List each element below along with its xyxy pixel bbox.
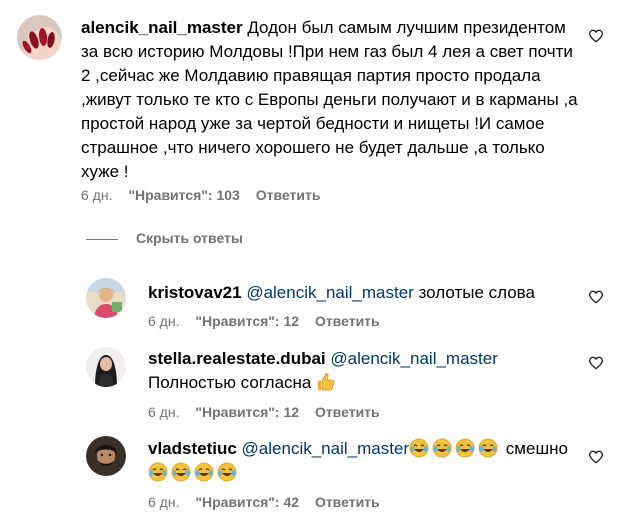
comment-meta: 6 дн. "Нравится": 42 Ответить [148, 493, 392, 511]
comment-likes[interactable]: "Нравится": 103 [128, 187, 239, 203]
comment-text: Полностью согласна [148, 373, 312, 392]
mention-link[interactable]: @alencik_nail_master [330, 349, 498, 368]
mention-link[interactable]: @alencik_nail_master [246, 283, 414, 302]
comment-username[interactable]: alencik_nail_master [81, 18, 243, 37]
heart-outline-icon[interactable] [588, 449, 604, 465]
comment-username[interactable]: stella.realestate.dubai [148, 349, 326, 368]
face-with-tears-of-joy-emoji [432, 438, 452, 458]
avatar[interactable] [86, 347, 126, 387]
comment-likes[interactable]: "Нравится": 12 [195, 313, 299, 329]
face-with-tears-of-joy-emoji [217, 462, 237, 482]
comment-text: золотые слова [418, 283, 535, 302]
comment-username[interactable]: vladstetiuc [148, 439, 237, 458]
heart-outline-icon[interactable] [588, 28, 604, 44]
face-with-tears-of-joy-emoji [194, 462, 214, 482]
face-with-tears-of-joy-emoji [455, 438, 475, 458]
reply-button[interactable]: Ответить [315, 494, 380, 510]
comment-text-block: kristovav21 @alencik_nail_master золотые… [148, 281, 578, 305]
reply-button[interactable]: Ответить [315, 404, 380, 420]
comment-text-block: vladstetiuc @alencik_nail_master смешно [148, 437, 580, 485]
face-with-tears-of-joy-emoji [148, 462, 168, 482]
comment-text-block: stella.realestate.dubai @alencik_nail_ma… [148, 347, 578, 395]
face-with-tears-of-joy-emoji [478, 438, 498, 458]
comment-likes[interactable]: "Нравится": 42 [195, 494, 299, 510]
avatar[interactable] [86, 278, 126, 318]
face-with-tears-of-joy-emoji [171, 462, 191, 482]
divider-line [86, 239, 118, 240]
heart-outline-icon[interactable] [588, 289, 604, 305]
heart-outline-icon[interactable] [588, 355, 604, 371]
comment-text-block: alencik_nail_master Додон был самым лучш… [81, 16, 581, 184]
comment-meta: 6 дн. "Нравится": 12 Ответить [148, 312, 392, 330]
comment-meta: 6 дн. "Нравится": 103 Ответить [81, 186, 332, 204]
comment-time[interactable]: 6 дн. [148, 494, 179, 510]
face-with-tears-of-joy-emoji [409, 438, 429, 458]
reply-button[interactable]: Ответить [315, 313, 380, 329]
reply-button[interactable]: Ответить [256, 187, 321, 203]
comment-time[interactable]: 6 дн. [148, 313, 179, 329]
avatar[interactable] [17, 15, 62, 60]
comment-username[interactable]: kristovav21 [148, 283, 242, 302]
mention-link[interactable]: @alencik_nail_master [242, 439, 410, 458]
comment-time[interactable]: 6 дн. [81, 187, 112, 203]
thumbs-up-emoji [318, 373, 335, 391]
comment-meta: 6 дн. "Нравится": 12 Ответить [148, 403, 392, 421]
comment-text: Додон был самым лучшим президентом за вс… [81, 18, 578, 181]
hide-replies-label[interactable]: Скрыть ответы [136, 230, 243, 246]
comment-text: смешно [505, 439, 568, 458]
avatar[interactable] [86, 436, 126, 476]
comment-time[interactable]: 6 дн. [148, 404, 179, 420]
comment-likes[interactable]: "Нравится": 12 [195, 404, 299, 420]
